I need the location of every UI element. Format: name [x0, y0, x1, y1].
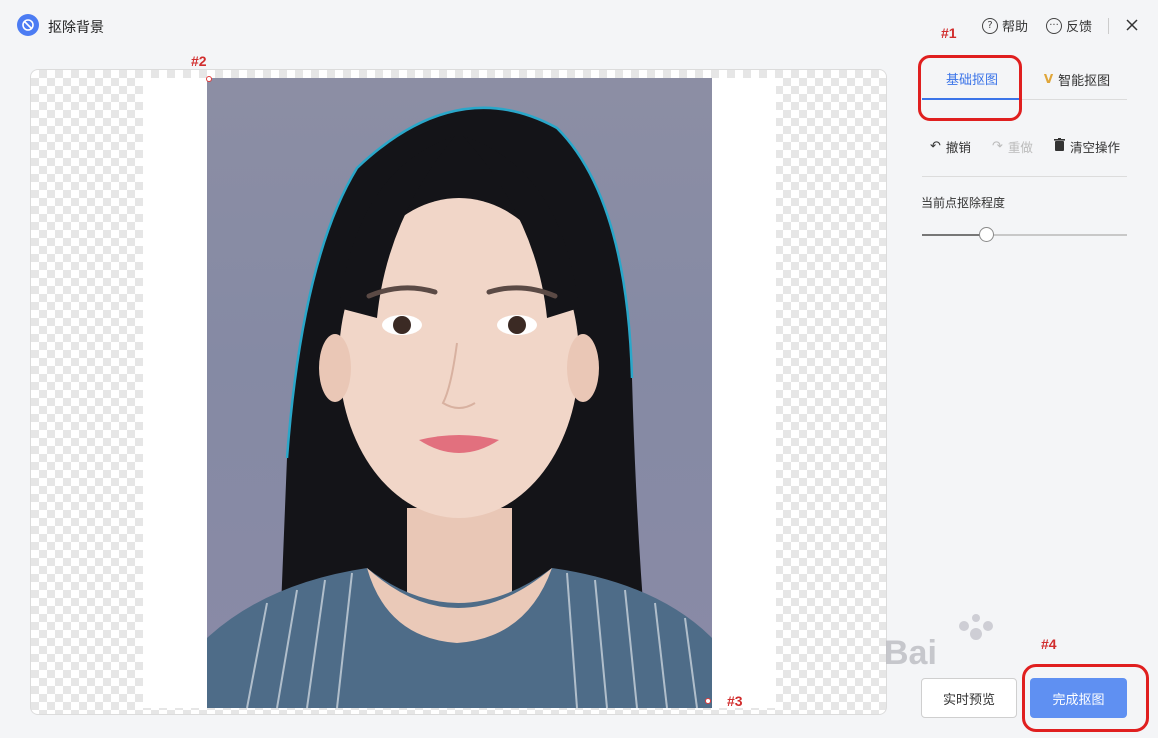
- title-bar: 抠除背景 ? 帮助 ··· 反馈: [0, 0, 1158, 52]
- slider-label: 当前点抠除程度: [921, 196, 1006, 210]
- slider-thumb[interactable]: [978, 227, 994, 242]
- help-button[interactable]: ? 帮助: [982, 16, 1028, 35]
- undo-button[interactable]: ↶ 撤销: [930, 137, 971, 156]
- editing-canvas[interactable]: [30, 69, 887, 715]
- help-icon: ?: [982, 17, 998, 34]
- annotation-highlight-4: [1022, 664, 1149, 732]
- app-title: 抠除背景: [48, 20, 104, 36]
- undo-label: 撤销: [945, 140, 971, 155]
- erase-strength-slider[interactable]: [922, 227, 1127, 242]
- annotation-marker-2: #2: [191, 53, 207, 69]
- feedback-button[interactable]: ··· 反馈: [1046, 16, 1092, 35]
- baidu-jingyan-watermark: Bai: [884, 612, 1004, 682]
- tab-smart-label: 智能抠图: [1058, 73, 1111, 89]
- close-icon: [1126, 19, 1138, 31]
- annotation-marker-1: #1: [941, 25, 957, 41]
- app-logo-icon: [17, 14, 39, 36]
- clear-label: 清空操作: [1070, 140, 1121, 155]
- chat-bubble-icon: ···: [1046, 17, 1062, 34]
- annotation-marker-4: #4: [1041, 636, 1057, 652]
- help-label: 帮助: [1002, 20, 1029, 35]
- redo-button[interactable]: ↷ 重做: [992, 137, 1033, 156]
- feedback-label: 反馈: [1066, 20, 1093, 35]
- portrait-photo[interactable]: [207, 78, 712, 708]
- crop-handle-top-left[interactable]: [206, 76, 212, 82]
- tab-smart-cutout[interactable]: V 智能抠图: [1027, 58, 1127, 100]
- header-divider: [1108, 18, 1109, 34]
- annotation-marker-3: #3: [727, 693, 743, 709]
- annotation-highlight-1: [918, 55, 1022, 121]
- vip-badge-icon: V: [1043, 72, 1054, 86]
- undo-icon: ↶: [930, 139, 941, 154]
- panel-divider: [922, 176, 1127, 177]
- redo-icon: ↷: [992, 139, 1003, 154]
- edit-operations: ↶ 撤销 ↷ 重做 清空操作: [922, 137, 1127, 157]
- slider-fill: [922, 234, 986, 236]
- realtime-preview-button[interactable]: 实时预览: [921, 678, 1017, 718]
- close-button[interactable]: [1122, 15, 1142, 35]
- crop-handle-bottom-right[interactable]: [705, 698, 711, 704]
- clear-button[interactable]: 清空操作: [1054, 137, 1120, 156]
- redo-label: 重做: [1007, 140, 1033, 155]
- trash-icon: [1054, 138, 1065, 155]
- svg-text:Bai: Bai: [884, 634, 937, 672]
